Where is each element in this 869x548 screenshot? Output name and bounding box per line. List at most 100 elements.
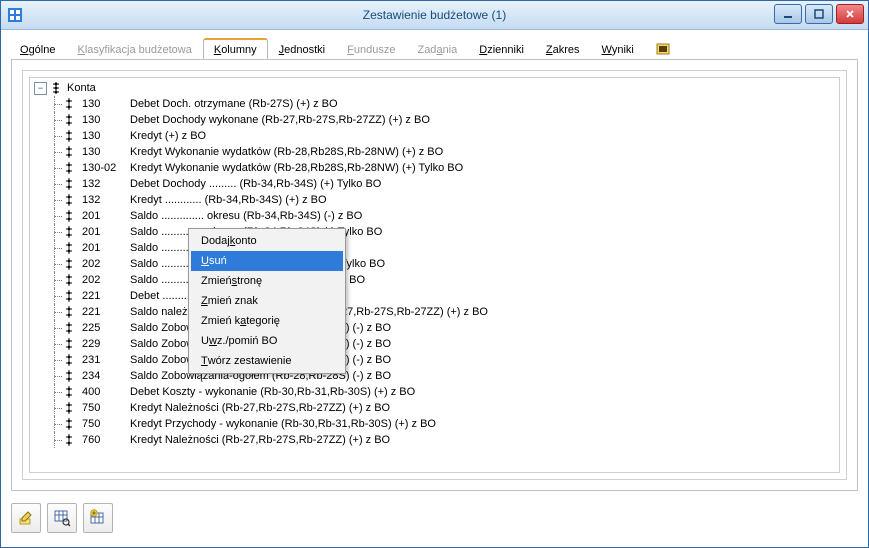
- content-frame: − Konta 130Debet Doch. otrzymane (Rb-27S…: [11, 59, 858, 491]
- tree-connector: [48, 304, 62, 320]
- account-code: 400: [82, 386, 130, 398]
- account-code: 132: [82, 194, 130, 206]
- tab-zakres[interactable]: Zakres: [535, 39, 591, 61]
- tab-dzienniki[interactable]: Dzienniki: [468, 39, 535, 61]
- tree-connector: [48, 192, 62, 208]
- account-node-icon: [62, 209, 76, 223]
- account-code: 201: [82, 242, 130, 254]
- tree-row[interactable]: 130Kredyt Wykonanie wydatków (Rb-28,Rb28…: [30, 144, 839, 160]
- account-code: 201: [82, 226, 130, 238]
- account-desc: Kredyt Należności (Rb-27,Rb-27S,Rb-27ZZ)…: [130, 402, 390, 414]
- account-code: 234: [82, 370, 130, 382]
- app-icon: [7, 7, 23, 23]
- account-desc: Saldo .............. okresu (Rb-34,Rb-34…: [130, 210, 362, 222]
- grid-add-button[interactable]: [83, 503, 113, 533]
- edit-button[interactable]: [11, 503, 41, 533]
- tree-row[interactable]: 225Saldo Zobowiązania-ogółem (Rb-28,Rb-2…: [30, 320, 839, 336]
- tree-connector: [48, 256, 62, 272]
- tab-ogólne[interactable]: Ogólne: [9, 39, 66, 61]
- account-code: 202: [82, 274, 130, 286]
- account-node-icon: [62, 417, 76, 431]
- tree-connector: [48, 384, 62, 400]
- tab-export-icon[interactable]: [645, 37, 681, 61]
- account-node-icon: [62, 289, 76, 303]
- context-menu-item[interactable]: Zmień stronę: [191, 271, 343, 291]
- account-node-icon: [62, 369, 76, 383]
- context-menu-item[interactable]: Dodaj konto: [191, 231, 343, 251]
- tab-wyniki[interactable]: Wyniki: [591, 39, 645, 61]
- tree-row[interactable]: 132Kredyt ............ (Rb-34,Rb-34S) (+…: [30, 192, 839, 208]
- tree-row[interactable]: 130-02Kredyt Wykonanie wydatków (Rb-28,R…: [30, 160, 839, 176]
- tree-connector: [48, 112, 62, 128]
- account-node-icon: [62, 97, 76, 111]
- context-menu-item[interactable]: Uwz./pomiń BO: [191, 331, 343, 351]
- toolbar: [11, 503, 113, 533]
- tree-row[interactable]: 221Saldo należności pozostałe do zapłaty…: [30, 304, 839, 320]
- tree-row[interactable]: 760Kredyt Należności (Rb-27,Rb-27S,Rb-27…: [30, 432, 839, 448]
- tree-connector: [48, 320, 62, 336]
- export-icon: [656, 42, 670, 56]
- tree-row[interactable]: 202Saldo .............. okresu (Rb-34,Rb…: [30, 272, 839, 288]
- context-menu-item[interactable]: Twórz zestawienie: [191, 351, 343, 371]
- tree-connector: [48, 176, 62, 192]
- tree-row[interactable]: 750Kredyt Przychody - wykonanie (Rb-30,R…: [30, 416, 839, 432]
- tree-row[interactable]: 750Kredyt Należności (Rb-27,Rb-27S,Rb-27…: [30, 400, 839, 416]
- context-menu-item[interactable]: Zmień kategorię: [191, 311, 343, 331]
- tab-kolumny[interactable]: Kolumny: [203, 38, 268, 61]
- tab-fundusze: Fundusze: [336, 39, 406, 61]
- context-menu: Dodaj kontoUsuńZmień stronęZmień znakZmi…: [188, 228, 346, 374]
- tree-row[interactable]: 221Debet ........... (Rb-27ZZ) (+) Tylko…: [30, 288, 839, 304]
- accounts-tree[interactable]: − Konta 130Debet Doch. otrzymane (Rb-27S…: [30, 78, 839, 473]
- tree-row[interactable]: 130Kredyt (+) z BO: [30, 128, 839, 144]
- tree-connector: [48, 160, 62, 176]
- account-desc: Kredyt Wykonanie wydatków (Rb-28,Rb28S,R…: [130, 162, 463, 174]
- tree-root[interactable]: − Konta: [30, 80, 839, 96]
- account-code: 202: [82, 258, 130, 270]
- account-code: 130-02: [82, 162, 130, 174]
- account-code: 221: [82, 290, 130, 302]
- tree-row[interactable]: 231Saldo Zobowiązania-ogółem (Rb-28,Rb-2…: [30, 352, 839, 368]
- account-node-icon: [62, 193, 76, 207]
- tree-connector: [48, 400, 62, 416]
- tree-row[interactable]: 201Saldo .............. okresu (Rb-34,Rb…: [30, 224, 839, 240]
- tree-row[interactable]: 229Saldo Zobowiązania-ogółem (Rb-28,Rb-2…: [30, 336, 839, 352]
- app-window: Zestawienie budżetowe (1) OgólneKlasyfik…: [0, 0, 869, 548]
- account-node-icon: [62, 321, 76, 335]
- tree-row[interactable]: 202Saldo .............. okresu (Rb-34,Rb…: [30, 256, 839, 272]
- tree-row[interactable]: 400Debet Koszty - wykonanie (Rb-30,Rb-31…: [30, 384, 839, 400]
- account-desc: Debet Doch. otrzymane (Rb-27S) (+) z BO: [130, 98, 338, 110]
- account-node-icon: [62, 433, 76, 447]
- tree-connector: [48, 336, 62, 352]
- tree-row[interactable]: 201Saldo .............. okresu (Rb-34,Rb…: [30, 208, 839, 224]
- tab-jednostki[interactable]: Jednostki: [268, 39, 336, 61]
- tab-klasyfikacja-budżetowa: Klasyfikacja budżetowa: [66, 39, 202, 61]
- account-code: 225: [82, 322, 130, 334]
- context-menu-item[interactable]: Usuń: [191, 251, 343, 271]
- account-node-icon: [62, 385, 76, 399]
- tree-connector: [48, 272, 62, 288]
- minimize-button[interactable]: [774, 4, 802, 24]
- account-desc: Debet Koszty - wykonanie (Rb-30,Rb-31,Rb…: [130, 386, 415, 398]
- grid-search-button[interactable]: [47, 503, 77, 533]
- tree-row[interactable]: 132Debet Dochody ......... (Rb-34,Rb-34S…: [30, 176, 839, 192]
- account-node-icon: [62, 161, 76, 175]
- tree-row[interactable]: 234Saldo Zobowiązania-ogółem (Rb-28,Rb-2…: [30, 368, 839, 384]
- account-node-icon: [62, 401, 76, 415]
- context-menu-item[interactable]: Zmień znak: [191, 291, 343, 311]
- account-node-icon: [62, 225, 76, 239]
- account-desc: Kredyt Przychody - wykonanie (Rb-30,Rb-3…: [130, 418, 436, 430]
- collapse-icon[interactable]: −: [34, 82, 47, 95]
- tree-row[interactable]: 201Saldo ............ (Rb-28,Rb-28S) (-)…: [30, 240, 839, 256]
- close-button[interactable]: [836, 4, 864, 24]
- tree-row[interactable]: 130Debet Doch. otrzymane (Rb-27S) (+) z …: [30, 96, 839, 112]
- account-node-icon: [62, 177, 76, 191]
- account-desc: Kredyt Wykonanie wydatków (Rb-28,Rb28S,R…: [130, 146, 443, 158]
- tree-row[interactable]: 130Debet Dochody wykonane (Rb-27,Rb-27S,…: [30, 112, 839, 128]
- maximize-button[interactable]: [805, 4, 833, 24]
- account-desc: Debet Dochody ......... (Rb-34,Rb-34S) (…: [130, 178, 381, 190]
- account-desc: Kredyt ............ (Rb-34,Rb-34S) (+) z…: [130, 194, 327, 206]
- account-code: 130: [82, 98, 130, 110]
- account-desc: Kredyt Należności (Rb-27,Rb-27S,Rb-27ZZ)…: [130, 434, 390, 446]
- account-node-icon: [62, 113, 76, 127]
- account-node-icon: [62, 145, 76, 159]
